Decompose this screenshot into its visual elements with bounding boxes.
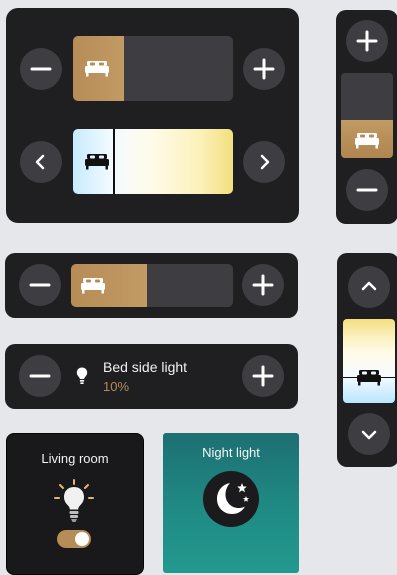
warmer-temperature-button[interactable] — [348, 266, 390, 308]
living-room-toggle[interactable] — [57, 530, 91, 548]
vertical-temperature-slider[interactable] — [343, 319, 395, 403]
light-name-label: Bed side light — [103, 359, 188, 375]
bed-icon — [85, 154, 109, 170]
decrease-brightness-button[interactable] — [20, 48, 62, 90]
lightbulb-icon — [76, 367, 88, 384]
plus-icon — [356, 30, 378, 52]
vertical-temperature-card — [337, 253, 397, 467]
increase-brightness-button[interactable] — [243, 48, 285, 90]
increase-brightness-button[interactable] — [346, 20, 388, 62]
compact-brightness-slider[interactable] — [71, 264, 233, 307]
toggle-knob — [75, 532, 89, 546]
compact-brightness-card — [5, 253, 298, 318]
minus-icon — [29, 374, 51, 378]
minus-icon — [30, 67, 52, 71]
bed-side-light-card: Bed side light 10% — [5, 344, 298, 409]
chevron-right-icon — [260, 154, 270, 170]
color-temperature-slider[interactable] — [73, 129, 233, 194]
brightness-slider[interactable] — [73, 36, 233, 101]
decrease-brightness-button[interactable] — [346, 169, 388, 211]
living-room-title: Living room — [41, 451, 109, 466]
chevron-up-icon — [361, 281, 377, 291]
brightness-temp-card — [6, 8, 299, 223]
minus-icon — [29, 283, 51, 287]
plus-icon — [253, 58, 275, 80]
cooler-temperature-button[interactable] — [348, 413, 390, 455]
night-light-title: Night light — [202, 445, 260, 460]
color-temperature-marker — [113, 129, 115, 194]
light-value-label: 10% — [103, 379, 130, 394]
bed-icon — [81, 278, 105, 294]
bed-icon — [355, 133, 379, 149]
vertical-brightness-card — [336, 10, 397, 224]
vertical-temperature-gradient — [343, 319, 395, 403]
plus-icon — [252, 365, 274, 387]
plus-icon — [252, 274, 274, 296]
increase-brightness-button[interactable] — [242, 355, 284, 397]
lightbulb-icon — [54, 479, 94, 522]
cooler-temperature-button[interactable] — [20, 141, 62, 183]
night-light-card[interactable]: Night light — [163, 433, 299, 573]
living-room-card[interactable]: Living room — [6, 433, 144, 575]
chevron-down-icon — [361, 430, 377, 440]
minus-icon — [356, 188, 378, 192]
decrease-brightness-button[interactable] — [19, 264, 61, 306]
bed-icon — [357, 369, 381, 386]
warmer-temperature-button[interactable] — [243, 141, 285, 183]
increase-brightness-button[interactable] — [242, 264, 284, 306]
bed-icon — [85, 61, 109, 77]
moon-stars-icon — [203, 471, 259, 527]
chevron-left-icon — [35, 154, 45, 170]
decrease-brightness-button[interactable] — [19, 355, 61, 397]
vertical-brightness-slider[interactable] — [341, 73, 393, 158]
